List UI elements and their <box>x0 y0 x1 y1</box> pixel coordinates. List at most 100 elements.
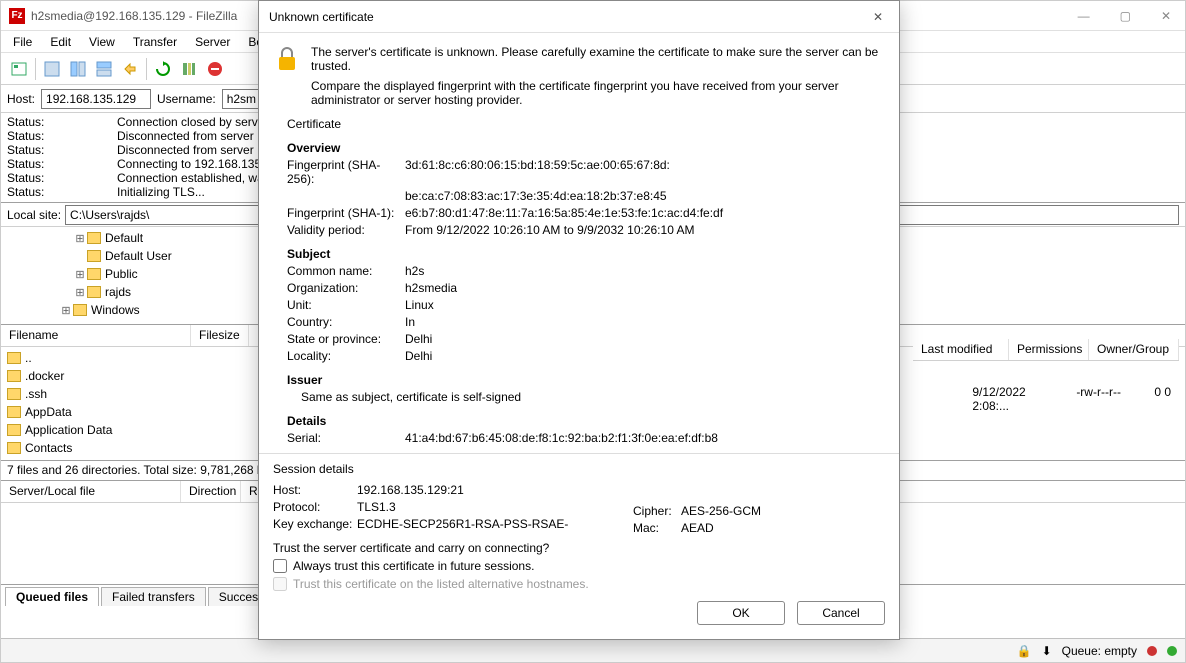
folder-icon <box>87 250 101 262</box>
queue-icon: ⬇ <box>1042 644 1052 658</box>
log-label: Status: <box>7 171 117 185</box>
col-filename[interactable]: Filename <box>1 325 191 346</box>
col-owner[interactable]: Owner/Group <box>1089 339 1179 360</box>
local-site-label: Local site: <box>7 208 61 222</box>
list-item[interactable]: .ssh <box>25 387 47 401</box>
serial-label: Serial: <box>273 431 405 445</box>
maximize-button[interactable]: ▢ <box>1114 7 1137 25</box>
col-perms[interactable]: Permissions <box>1009 339 1089 360</box>
expand-icon[interactable]: ⊞ <box>73 232 87 245</box>
username-label: Username: <box>157 92 216 106</box>
country-label: Country: <box>273 315 405 329</box>
menu-file[interactable]: File <box>5 33 40 51</box>
username-input[interactable] <box>222 89 262 109</box>
close-button[interactable]: ✕ <box>1155 7 1177 25</box>
menu-server[interactable]: Server <box>187 33 238 51</box>
menu-transfer[interactable]: Transfer <box>125 33 185 51</box>
tree-node[interactable]: Windows <box>91 303 140 317</box>
state-value: Delhi <box>405 332 885 346</box>
ok-button[interactable]: OK <box>697 601 785 625</box>
tree-node[interactable]: Default <box>105 231 143 245</box>
log-label: Status: <box>7 157 117 171</box>
toolbar-separator <box>146 58 147 80</box>
always-trust-checkbox[interactable]: Always trust this certificate in future … <box>273 559 885 573</box>
sync-browse-icon[interactable] <box>118 57 142 81</box>
log-label: Status: <box>7 143 117 157</box>
kex-label: Key exchange: <box>273 517 357 533</box>
process-queue-icon[interactable] <box>177 57 201 81</box>
checkbox-input[interactable] <box>273 559 287 573</box>
checkbox-input <box>273 577 287 591</box>
folder-icon <box>7 370 21 382</box>
log-text: Disconnected from server <box>117 129 254 143</box>
cell-perms: -rw-r--r-- <box>1068 383 1146 403</box>
fp1-value: e6:b7:80:d1:47:8e:11:7a:16:5a:85:4e:1e:5… <box>405 206 885 220</box>
folder-icon <box>87 286 101 298</box>
minimize-button[interactable]: — <box>1072 7 1096 25</box>
cancel-button[interactable]: Cancel <box>797 601 885 625</box>
country-value: In <box>405 315 885 329</box>
issuer-heading: Issuer <box>273 373 885 387</box>
cipher-label: Cipher: <box>633 504 681 518</box>
serial-value: 41:a4:bd:67:b6:45:08:de:f8:1c:92:ba:b2:f… <box>405 431 885 445</box>
menu-edit[interactable]: Edit <box>42 33 79 51</box>
folder-icon <box>7 424 21 436</box>
expand-icon[interactable]: ⊞ <box>73 286 87 299</box>
tab-queued[interactable]: Queued files <box>5 587 99 606</box>
mac-value: AEAD <box>681 521 761 533</box>
tree-node[interactable]: rajds <box>105 285 131 299</box>
list-item[interactable]: .docker <box>25 369 64 383</box>
toggle-log-icon[interactable] <box>40 57 64 81</box>
toggle-queue-icon[interactable] <box>92 57 116 81</box>
fp256-value2: be:ca:c7:08:83:ac:17:3e:35:4d:ea:18:2b:3… <box>405 189 885 203</box>
host-input[interactable] <box>41 89 151 109</box>
window-controls: — ▢ ✕ <box>1072 7 1177 25</box>
remote-row[interactable]: 9/12/2022 2:08:... -rw-r--r-- 0 0 <box>964 383 1179 403</box>
dialog-close-icon[interactable]: ✕ <box>867 8 889 26</box>
cancel-icon[interactable] <box>203 57 227 81</box>
folder-icon <box>7 406 21 418</box>
expand-icon[interactable]: ⊞ <box>73 268 87 281</box>
issuer-value: Same as subject, certificate is self-sig… <box>273 390 885 404</box>
site-manager-icon[interactable] <box>7 57 31 81</box>
queue-status: Queue: empty <box>1062 644 1137 658</box>
lock-icon: 🔒 <box>1017 644 1032 658</box>
list-item[interactable]: Contacts <box>25 441 72 455</box>
subject-heading: Subject <box>273 247 885 261</box>
log-label: Status: <box>7 115 117 129</box>
details-heading: Details <box>273 414 885 428</box>
tree-node[interactable]: Default User <box>105 249 172 263</box>
fp256-label: Fingerprint (SHA-256): <box>273 158 405 186</box>
col-direction[interactable]: Direction <box>181 481 241 502</box>
dialog-separator <box>259 453 899 454</box>
dialog-footer: Trust the server certificate and carry o… <box>259 533 899 639</box>
refresh-icon[interactable] <box>151 57 175 81</box>
org-value: h2smedia <box>405 281 885 295</box>
org-label: Organization: <box>273 281 405 295</box>
col-server-local[interactable]: Server/Local file <box>1 481 181 502</box>
log-label: Status: <box>7 185 117 199</box>
list-item[interactable]: Application Data <box>25 423 112 437</box>
host-label: Host: <box>7 92 35 106</box>
list-item[interactable]: .. <box>25 351 32 365</box>
expand-icon[interactable]: ⊞ <box>59 304 73 317</box>
menu-view[interactable]: View <box>81 33 123 51</box>
state-label: State or province: <box>273 332 405 346</box>
dialog-title: Unknown certificate <box>269 10 867 24</box>
session-host-label: Host: <box>273 483 357 497</box>
tree-node[interactable]: Public <box>105 267 138 281</box>
intro-text: Compare the displayed fingerprint with t… <box>311 79 885 107</box>
col-lastmod[interactable]: Last modified <box>913 339 1009 360</box>
tab-failed[interactable]: Failed transfers <box>101 587 206 606</box>
log-text: Disconnected from server <box>117 143 254 157</box>
dialog-titlebar: Unknown certificate ✕ <box>259 1 899 33</box>
dialog-body: The server's certificate is unknown. Ple… <box>259 33 899 533</box>
list-item[interactable]: AppData <box>25 405 72 419</box>
folder-icon <box>7 388 21 400</box>
col-filesize[interactable]: Filesize <box>191 325 249 346</box>
validity-value: From 9/12/2022 10:26:10 AM to 9/9/2032 1… <box>405 223 885 237</box>
folder-icon <box>87 232 101 244</box>
cell-owner: 0 0 <box>1146 383 1179 403</box>
intro-text: The server's certificate is unknown. Ple… <box>311 45 885 73</box>
toggle-tree-icon[interactable] <box>66 57 90 81</box>
